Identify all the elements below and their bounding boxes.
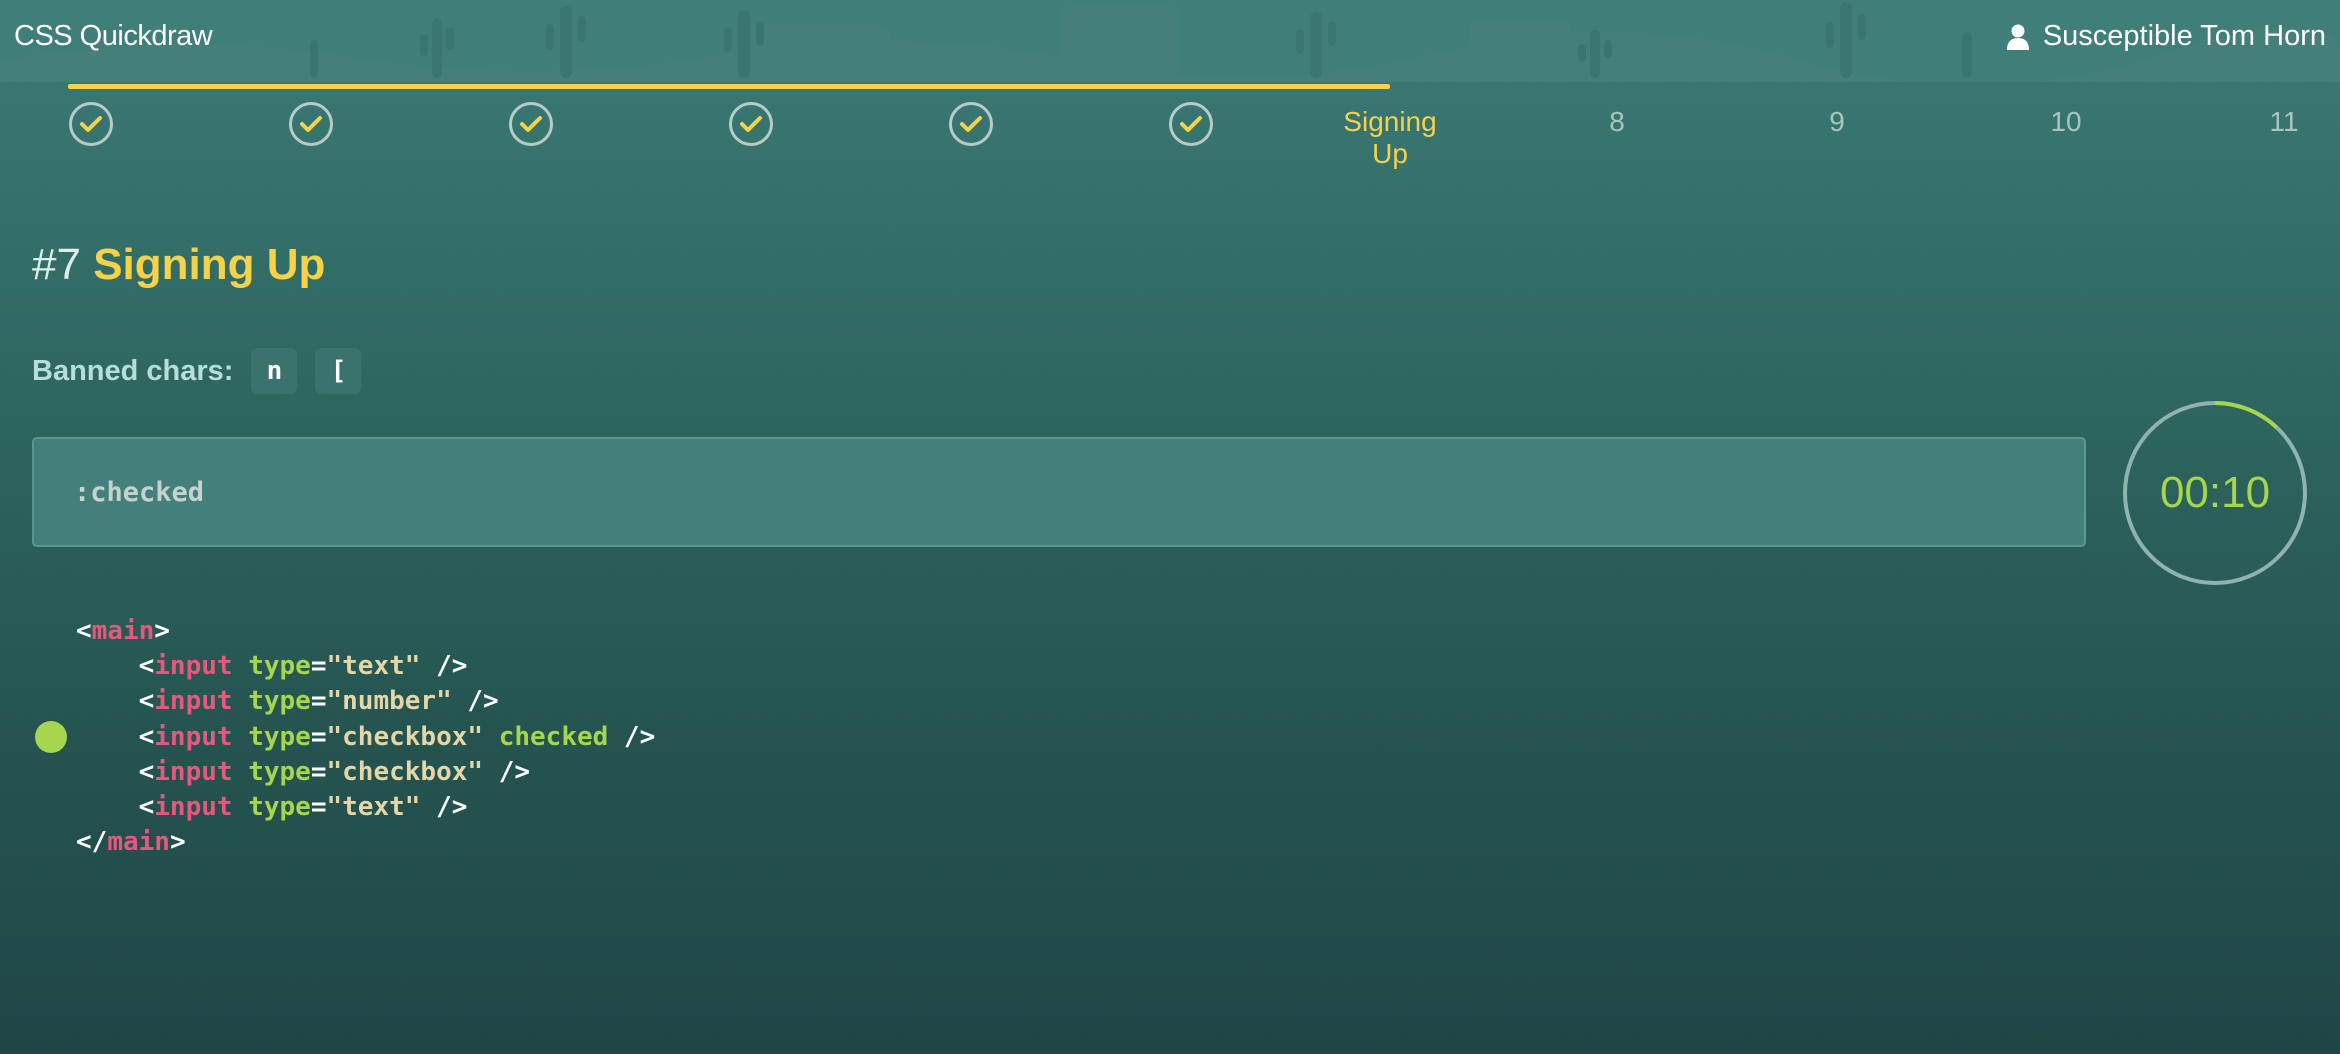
step-number: 11 xyxy=(2269,106,2299,137)
banned-char-key: [ xyxy=(315,348,362,394)
step-11[interactable]: 11 xyxy=(2224,98,2340,138)
banned-chars-label: Banned chars: xyxy=(32,354,234,387)
code-token-punct: < xyxy=(138,791,155,822)
desert-silhouette-background xyxy=(0,2,2340,82)
code-token-tag: main xyxy=(91,616,155,646)
step-completed-3[interactable] xyxy=(471,98,591,146)
countdown-timer: 00:10 xyxy=(2122,400,2308,586)
check-circle-icon xyxy=(69,102,113,146)
step-10[interactable]: 10 xyxy=(2006,98,2126,138)
code-token-attr: type xyxy=(248,756,311,787)
code-line: <input type="text" /> xyxy=(76,790,655,825)
level-title: #7 Signing Up xyxy=(32,240,325,290)
code-token-tag: input xyxy=(154,686,233,717)
check-circle-icon xyxy=(289,102,333,146)
code-token-punct: /> xyxy=(451,686,499,717)
timer-text: 00:10 xyxy=(2159,468,2271,517)
step-8[interactable]: 8 xyxy=(1557,98,1677,138)
app-header: CSS Quickdraw Susceptible Tom Horn xyxy=(0,0,2340,82)
code-token-attr: type xyxy=(248,686,311,717)
app-title[interactable]: CSS Quickdraw xyxy=(14,20,213,53)
step-completed-2[interactable] xyxy=(251,98,371,146)
step-number: 9 xyxy=(1829,106,1845,137)
code-token-punct xyxy=(233,651,249,681)
code-line: <input type="number" /> xyxy=(76,684,655,719)
code-token-tag: input xyxy=(154,756,233,787)
target-indicator-dot xyxy=(35,721,67,753)
code-token-punct: > xyxy=(154,616,170,646)
code-token-punct: < xyxy=(138,756,155,787)
code-token-tag: main xyxy=(107,827,170,858)
step-completed-5[interactable] xyxy=(911,98,1031,146)
code-token-punct xyxy=(483,722,499,752)
code-token-punct: = xyxy=(310,756,327,787)
code-token-punct: < xyxy=(138,721,155,752)
check-circle-icon xyxy=(509,102,553,146)
code-line: <input type="checkbox" /> xyxy=(76,755,655,790)
step-completed-4[interactable] xyxy=(691,98,811,146)
code-token-tag: input xyxy=(154,651,233,682)
progress-bar xyxy=(68,84,1390,89)
step-current-label: Signing Up xyxy=(1343,106,1437,169)
code-token-punct: /> xyxy=(420,791,468,822)
level-number: #7 xyxy=(32,240,81,289)
check-circle-icon xyxy=(1169,102,1213,146)
code-token-str: "text" xyxy=(326,651,421,682)
code-token-punct: < xyxy=(138,686,155,717)
code-token-punct xyxy=(233,792,249,822)
code-token-punct: > xyxy=(169,827,186,858)
user-menu[interactable]: Susceptible Tom Horn xyxy=(2006,20,2326,53)
step-number: 8 xyxy=(1609,106,1625,137)
code-token-attr: type xyxy=(248,791,311,822)
code-token-attr: type xyxy=(248,721,311,752)
user-name: Susceptible Tom Horn xyxy=(2042,20,2326,52)
code-token-str: "checkbox" xyxy=(326,721,484,752)
banned-char-key: n xyxy=(251,348,298,394)
code-token-punct: = xyxy=(310,651,327,682)
code-line: <main> xyxy=(76,614,655,649)
code-token-kw: checked xyxy=(498,721,609,752)
code-token-punct: = xyxy=(310,791,327,822)
banned-chars: Banned chars: n [ xyxy=(32,348,362,394)
code-token-punct: < xyxy=(76,616,92,646)
code-token-tag: input xyxy=(154,791,233,822)
check-circle-icon xyxy=(949,102,993,146)
step-current[interactable]: Signing Up xyxy=(1330,98,1450,170)
selector-input[interactable] xyxy=(34,439,2084,545)
code-line: </main> xyxy=(76,825,655,860)
code-token-punct: </ xyxy=(76,827,108,858)
code-token-tag: input xyxy=(154,721,233,752)
code-token-punct: = xyxy=(310,721,327,752)
code-token-attr: type xyxy=(248,651,311,682)
step-completed-6[interactable] xyxy=(1131,98,1251,146)
html-code-block: <main> <input type="text" /> <input type… xyxy=(76,614,655,860)
code-token-punct xyxy=(233,686,249,716)
code-token-punct: /> xyxy=(608,721,656,752)
step-9[interactable]: 9 xyxy=(1777,98,1897,138)
selector-input-box[interactable] xyxy=(32,437,2086,547)
code-token-punct: /> xyxy=(420,651,468,682)
level-stepper: Signing Up 8 9 10 11 xyxy=(0,98,2340,178)
step-completed-1[interactable] xyxy=(31,98,151,146)
code-token-punct xyxy=(233,722,249,752)
code-token-punct: /> xyxy=(483,756,531,787)
code-line: <input type="text" /> xyxy=(76,649,655,684)
code-token-punct xyxy=(233,757,249,787)
code-token-punct: = xyxy=(310,686,327,717)
step-number: 10 xyxy=(2050,106,2082,137)
check-circle-icon xyxy=(729,102,773,146)
code-token-str: "text" xyxy=(326,791,421,822)
code-token-punct: < xyxy=(138,651,155,682)
level-name: Signing Up xyxy=(93,240,326,289)
user-icon xyxy=(2006,24,2029,50)
code-line-target: <input type="checkbox" checked /> xyxy=(76,720,656,755)
code-token-str: "number" xyxy=(326,686,452,717)
code-token-str: "checkbox" xyxy=(326,756,484,787)
